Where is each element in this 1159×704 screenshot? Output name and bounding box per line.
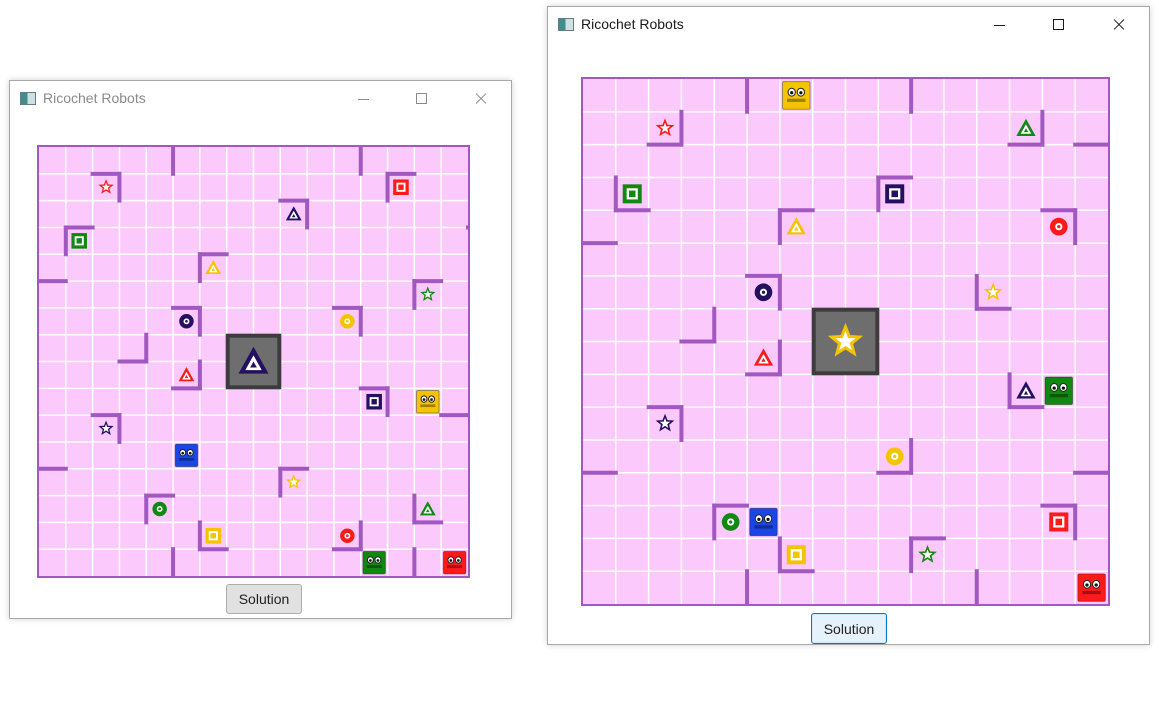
game-window-left: Ricochet Robots Solution [9,80,512,619]
app-icon [20,92,36,105]
yellow-robot[interactable] [416,389,440,414]
red-square-target-icon [1049,512,1069,532]
red-robot[interactable] [442,550,467,575]
board-grid[interactable] [39,147,468,576]
yellow-square-target-icon [786,545,806,565]
solution-button[interactable]: Solution [226,584,302,614]
navy-square-target-icon [885,184,905,204]
maximize-icon[interactable] [407,85,437,113]
game-board[interactable] [581,77,1110,606]
green-square-target-icon [71,233,87,249]
title-bar[interactable]: Ricochet Robots [10,81,511,117]
game-board[interactable] [37,145,470,578]
green-robot[interactable] [1044,376,1074,405]
close-icon[interactable] [466,85,496,113]
game-window-right: Ricochet Robots Solution [547,6,1150,645]
green-circle-target-icon [721,513,740,531]
yellow-robot[interactable] [782,81,811,110]
yellow-circle-target-icon [885,447,904,466]
title-bar[interactable]: Ricochet Robots [548,7,1149,43]
maximize-icon[interactable] [1044,11,1074,39]
navy-circle-target-icon [179,314,194,329]
green-square-target-icon [622,184,642,204]
window-title: Ricochet Robots [43,90,146,106]
solution-button[interactable]: Solution [811,613,887,644]
navy-square-target-icon [366,393,382,410]
close-icon[interactable] [1104,11,1134,39]
app-icon [558,18,574,31]
red-robot[interactable] [1077,573,1106,602]
board-grid[interactable] [583,79,1108,604]
minimize-icon[interactable] [985,11,1015,39]
green-robot[interactable] [362,550,386,575]
red-circle-target-icon [1049,217,1068,236]
minimize-icon[interactable] [349,85,379,113]
yellow-circle-target-icon [340,314,355,329]
navy-circle-target-icon [754,283,773,302]
blue-robot[interactable] [749,507,778,537]
red-circle-target-icon [340,528,355,544]
blue-robot[interactable] [174,443,199,468]
green-circle-target-icon [152,501,167,517]
yellow-square-target-icon [205,528,222,544]
window-title: Ricochet Robots [581,16,684,32]
red-square-target-icon [393,179,409,195]
